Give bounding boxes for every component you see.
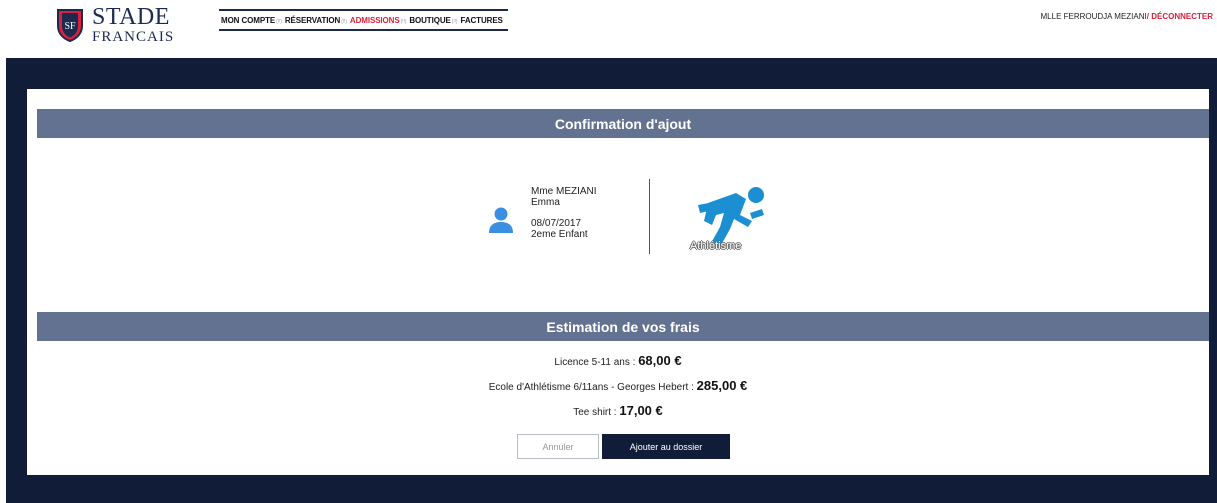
nav-separator: (!!) (341, 18, 347, 25)
nav-label: FACTURES (460, 15, 503, 25)
user-icon (489, 207, 513, 233)
nav-separator: (!!) (276, 18, 282, 25)
vertical-divider (649, 179, 650, 254)
nav-admissions[interactable]: ADMISSIONS(!!) (349, 15, 407, 25)
person-rank: 2eme Enfant (531, 229, 588, 240)
add-to-file-button[interactable]: Ajouter au dossier (602, 434, 730, 459)
user-name: MLLE FERROUDJA MEZIANI (1040, 12, 1147, 21)
fee-label: Ecole d'Athlétisme 6/11ans - Georges Heb… (488, 382, 697, 393)
logo-line1: STADE (92, 4, 170, 30)
header: SF STADE FRANCAIS MON COMPTE(!!) RÉSERVA… (0, 0, 1217, 58)
nav-factures[interactable]: FACTURES (460, 16, 502, 25)
logout-label: DÉCONNECTER (1151, 12, 1213, 21)
fees-list: Licence 5-11 ans : 68,00 € Ecole d'Athlé… (27, 354, 1209, 429)
page: SF STADE FRANCAIS MON COMPTE(!!) RÉSERVA… (0, 0, 1217, 503)
fee-line: Ecole d'Athlétisme 6/11ans - Georges Heb… (27, 379, 1209, 404)
nav-boutique[interactable]: BOUTIQUE(!!) (409, 16, 457, 25)
nav-label: RÉSERVATION (284, 15, 341, 25)
fee-line: Tee shirt : 17,00 € (27, 404, 1209, 429)
main-nav: MON COMPTE(!!) RÉSERVATION(!!) ADMISSION… (219, 9, 508, 31)
nav-mon-compte[interactable]: MON COMPTE(!!) (221, 16, 282, 25)
nav-reservation[interactable]: RÉSERVATION(!!) (285, 16, 347, 25)
fee-label: Licence 5-11 ans : (554, 357, 639, 368)
person-first-name: Emma (531, 197, 560, 208)
user-area: MLLE FERROUDJA MEZIANI/ DÉCONNECTER (1041, 12, 1214, 21)
fee-line: Licence 5-11 ans : 68,00 € (27, 354, 1209, 379)
estimation-title: Estimation de vos frais (37, 312, 1209, 341)
nav-label: BOUTIQUE (409, 15, 451, 25)
runner-icon (698, 187, 764, 247)
nav-separator: (!!) (451, 18, 458, 25)
cancel-button[interactable]: Annuler (517, 434, 599, 459)
person-birthdate: 08/07/2017 (531, 218, 582, 229)
actions: Annuler Ajouter au dossier (517, 434, 730, 459)
user-slash: / (1146, 12, 1149, 21)
logo-line2: FRANCAIS (92, 29, 175, 45)
fee-label: Tee shirt : (573, 407, 620, 418)
activity-card: Athlétisme (687, 185, 777, 257)
content-panel: Confirmation d'ajout Mme MEZIANI Emma 08… (27, 89, 1209, 475)
logout-link[interactable]: / DÉCONNECTER (1147, 12, 1213, 21)
logo-monogram: SF (64, 21, 76, 32)
fee-amount: 285,00 € (696, 378, 748, 393)
fee-amount: 68,00 € (638, 353, 682, 368)
person-info: Mme MEZIANI Emma 08/07/2017 2eme Enfant (531, 186, 597, 240)
activity-label: Athlétisme (690, 240, 742, 252)
logo[interactable]: SF STADE FRANCAIS (56, 5, 174, 45)
fee-amount: 17,00 € (619, 403, 663, 418)
person-name: Mme MEZIANI (531, 186, 597, 197)
logo-text: STADE FRANCAIS (92, 5, 174, 45)
nav-separator: (!!) (400, 18, 407, 25)
person-card: Mme MEZIANI Emma 08/07/2017 2eme Enfant (489, 186, 597, 240)
shield-logo-icon: SF (57, 9, 83, 42)
nav-label: MON COMPTE (221, 15, 276, 25)
confirmation-title: Confirmation d'ajout (37, 109, 1209, 138)
nav-label: ADMISSIONS (349, 15, 400, 25)
